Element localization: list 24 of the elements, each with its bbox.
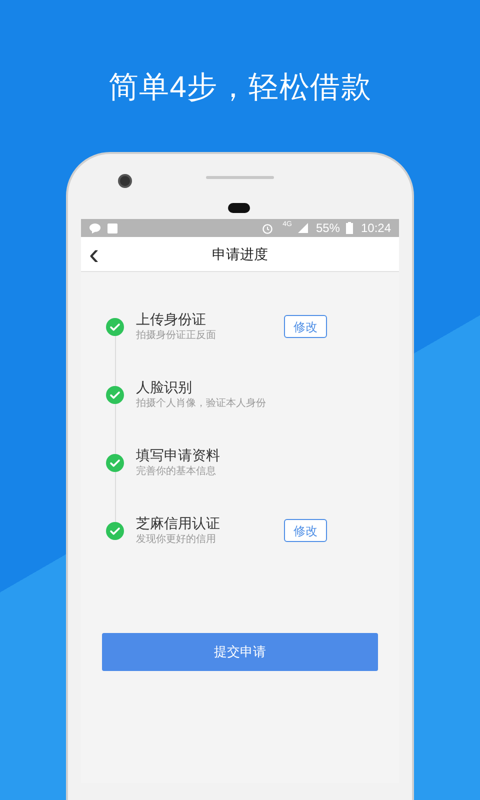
step-subtitle: 拍摄个人肖像，验证本人身份 [136,396,267,410]
image-icon [107,222,118,234]
sensor-icon [228,203,250,213]
headline: 简单4步，轻松借款 [108,70,372,106]
step-subtitle: 拍摄身份证正反面 [136,328,217,342]
edit-button[interactable]: 修改 [284,315,327,338]
step-title: 上传身份证 [136,310,207,328]
step-subtitle: 发现你更好的信用 [136,532,217,546]
clock: 10:24 [360,220,391,237]
step-title: 芝麻信用认证 [136,514,221,532]
speaker-grille [206,176,274,179]
step-title: 人脸识别 [136,378,193,396]
camera-icon [118,174,132,188]
edit-button[interactable]: 修改 [284,519,327,542]
step-title: 填写申请资料 [136,446,221,464]
battery-icon [346,222,353,234]
back-button[interactable]: ‹ [89,237,99,272]
battery-level: 55% [316,220,340,237]
chat-icon [89,222,101,234]
signal-icon [298,223,308,233]
submit-button[interactable]: 提交申请 [102,633,378,671]
page-title: 申请进度 [212,244,268,264]
alarm-icon [262,222,273,234]
step-subtitle: 完善你的基本信息 [136,464,217,478]
